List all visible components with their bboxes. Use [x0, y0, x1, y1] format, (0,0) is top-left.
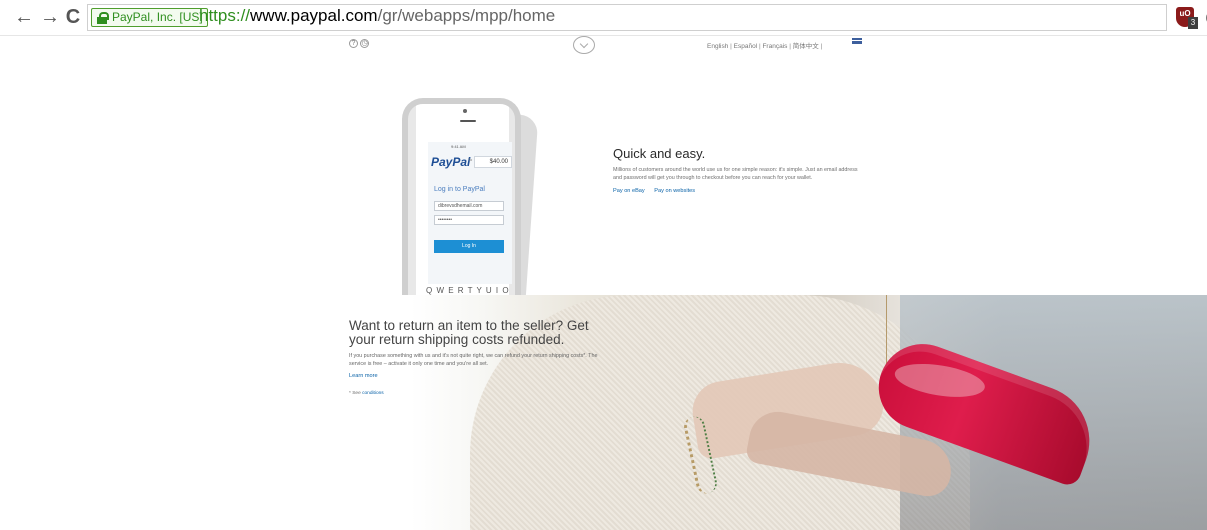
hero-copy: Want to return an item to the seller? Ge…	[349, 318, 601, 397]
browser-toolbar: ← → C PayPal, Inc. [US] https://www.payp…	[0, 0, 1207, 36]
conditions-note: * See conditions	[349, 391, 601, 396]
hero-title: Want to return an item to the seller? Ge…	[349, 318, 589, 347]
phone-login-button: Log In	[434, 240, 504, 253]
payment-to-label: To	[468, 157, 473, 162]
top-utility-row: ? ◷ English | Español | Français | 简体中文 …	[0, 36, 1207, 56]
lock-icon	[97, 12, 109, 24]
address-bar[interactable]: PayPal, Inc. [US] https://www.paypal.com…	[87, 4, 1207, 31]
language-selector: English | Español | Français | 简体中文 |	[707, 43, 823, 50]
scroll-down-icon[interactable]	[573, 36, 595, 54]
language-link-francais[interactable]: Français	[762, 43, 787, 50]
phone-password-field: ••••••••	[434, 215, 504, 225]
return-shipping-hero: Want to return an item to the seller? Ge…	[0, 295, 1207, 530]
ev-certificate-label: PayPal, Inc. [US]	[112, 10, 203, 24]
language-link-english[interactable]: English	[707, 43, 728, 50]
pay-on-ebay-link[interactable]: Pay on eBay	[613, 188, 645, 194]
conditions-prefix: * See	[349, 391, 361, 397]
url-path: /gr/webapps/mpp/home	[377, 6, 556, 25]
paypal-home-page: ? ◷ English | Español | Français | 简体中文 …	[0, 36, 1207, 530]
conditions-link[interactable]: conditions	[362, 391, 384, 396]
payment-amount: $40.00	[474, 156, 512, 168]
learn-more-link[interactable]: Learn more	[349, 373, 601, 379]
reload-button[interactable]: C	[61, 4, 85, 30]
feature-title: Quick and easy.	[613, 146, 706, 161]
hero-description: If you purchase something with us and it…	[349, 353, 598, 368]
phone-email-field: dibrevsdhemail.com	[434, 201, 504, 211]
help-icon[interactable]: ?	[349, 39, 358, 48]
ublock-extension-icon[interactable]: uO 3	[1176, 7, 1198, 31]
back-button[interactable]: ←	[12, 4, 36, 30]
pay-on-websites-link[interactable]: Pay on websites	[654, 188, 695, 194]
url-text[interactable]: https://www.paypal.com/gr/webapps/mpp/ho…	[199, 6, 555, 26]
camera-icon	[463, 109, 467, 113]
url-protocol: https://	[199, 6, 251, 25]
forward-button[interactable]: →	[38, 4, 62, 30]
language-link-chinese[interactable]: 简体中文	[793, 43, 819, 50]
speaker-grille	[460, 120, 476, 122]
blocked-count-badge: 3	[1188, 17, 1198, 29]
flag-icon[interactable]	[852, 38, 862, 44]
phone-login-title: Log in to PayPal	[434, 186, 485, 193]
clock-icon[interactable]: ◷	[360, 39, 369, 48]
feature-description: Millions of customers around the world u…	[613, 167, 858, 182]
phone-body: 9:41 AM PayPal To $40.00 Log in to PayPa…	[416, 104, 512, 296]
payment-links: Pay on eBay Pay on websites	[613, 188, 863, 194]
necklace-image	[853, 295, 887, 377]
phone-status-time: 9:41 AM	[451, 144, 466, 149]
paypal-logo: PayPal	[431, 155, 471, 169]
language-link-espanol[interactable]: Español	[734, 43, 758, 50]
security-badge[interactable]: PayPal, Inc. [US]	[91, 8, 208, 27]
url-host: www.paypal.com	[250, 6, 378, 25]
quick-and-easy-section: Quick and easy. Millions of customers ar…	[613, 146, 863, 194]
phone-mockup: 9:41 AM PayPal To $40.00 Log in to PayPa…	[402, 98, 521, 296]
